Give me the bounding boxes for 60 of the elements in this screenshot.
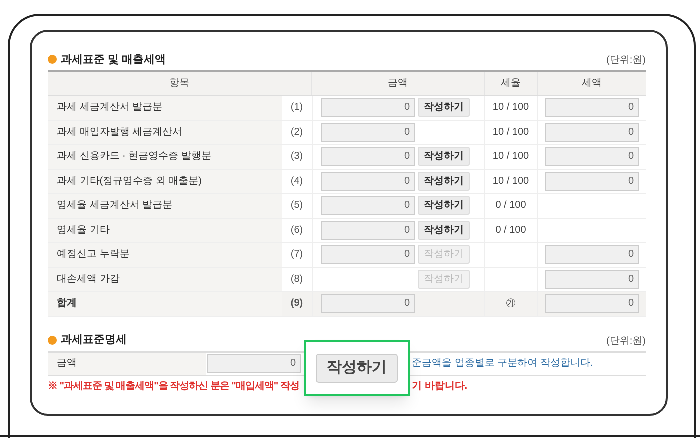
notice-text: 기 바랍니다. [412,380,468,394]
write-button[interactable]: 작성하기 [418,172,470,191]
input-field[interactable]: 0 [321,98,415,118]
input-field[interactable]: 0 [545,147,639,166]
write-button[interactable]: 작성하기 [418,220,470,240]
tax-rate: 0 / 100 [496,224,526,238]
input-field[interactable]: 0 [321,245,415,264]
tax-rate: 0 / 100 [496,199,526,214]
row-label: 대손세액 가감 [48,268,282,291]
row-label: 과세 기타(정규영수증 외 매출분) [48,170,282,193]
tax-rate: 10 / 100 [492,126,530,140]
row-number: (5) [290,199,304,214]
write-button[interactable]: 작성하기 [418,196,470,216]
row-number: (4) [290,174,304,189]
input-field[interactable]: 0 [207,354,301,373]
unit-label: (단위:원) [606,334,646,348]
description-text: 준금액을 업종별로 구분하여 작성합니다. [412,357,594,371]
row-number: (6) [290,224,304,238]
tax-rate: 10 / 100 [492,101,530,116]
row-number: (9) [290,297,304,312]
input-field[interactable]: 0 [321,122,415,142]
input-field[interactable]: 0 [321,294,415,314]
row-number: (3) [290,150,304,164]
tax-rate: 10 / 100 [492,174,530,189]
column-header: 세율 [485,72,538,95]
row-label: 금액 [57,357,77,371]
input-field[interactable]: 0 [545,270,639,289]
row-label: 영세율 기타 [48,218,282,242]
bullet-icon [48,336,57,345]
input-field[interactable]: 0 [321,196,415,216]
write-button[interactable]: 작성하기 [418,98,470,118]
input-field[interactable]: 0 [545,98,639,118]
input-field[interactable]: 0 [545,172,639,191]
row-label: 과세 신용카드 · 현금영수증 발행분 [48,145,282,168]
unit-label: (단위:원) [606,54,646,68]
input-field[interactable]: 0 [321,147,415,166]
row-label: 과세 세금계산서 발급분 [48,96,282,120]
row-label: 영세율 세금계산서 발급분 [48,194,282,218]
row-number: (8) [290,272,304,287]
input-field[interactable]: 0 [545,122,639,142]
row-label: 과세 매입자발행 세금계산서 [48,120,282,144]
row-number: (1) [290,101,304,116]
bullet-icon [48,55,57,64]
input-field[interactable]: 0 [545,294,639,314]
notice-text: ※ "과세표준 및 매출세액"을 작성하신 분은 "매입세액" 작성 [48,380,300,394]
row-label: 예정신고 누락분 [48,243,282,266]
input-field[interactable]: 0 [321,172,415,191]
section-title: 과세표준 및 매출세액 [61,52,166,68]
column-header: 항목 [48,72,312,95]
row-number: (7) [290,248,304,262]
write-button[interactable]: 작성하기 [418,147,470,166]
section-title: 과세표준명세 [61,333,127,348]
input-field[interactable]: 0 [545,245,639,264]
row-number: (2) [290,126,304,140]
tax-rate: 10 / 100 [492,150,530,164]
tax-rate: ㉮ [506,297,516,312]
write-button[interactable]: 작성하기 [316,354,398,382]
input-field[interactable]: 0 [321,220,415,240]
column-header: 금액 [312,72,485,95]
column-header: 세액 [581,77,603,91]
